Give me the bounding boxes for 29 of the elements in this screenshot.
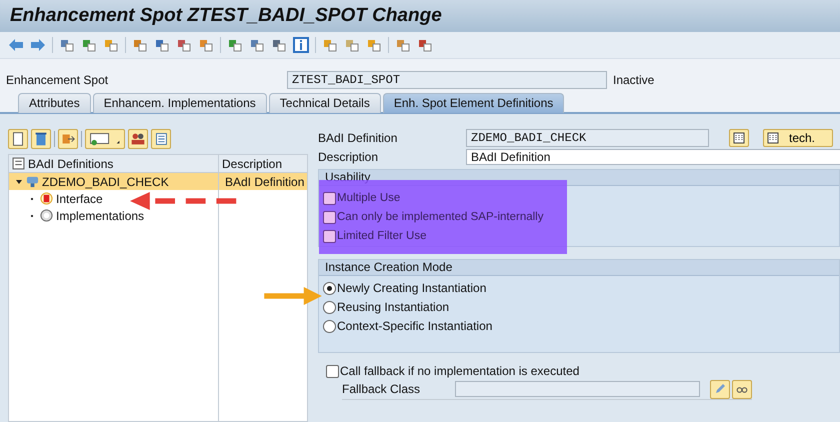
tab[interactable]: Enh. Spot Element Definitions <box>382 93 564 113</box>
description-field[interactable]: BAdI Definition <box>466 148 840 164</box>
badi-definition-field[interactable]: ZDEMO_BADI_CHECK <box>466 128 709 146</box>
tech-button[interactable]: tech. <box>763 128 833 146</box>
description-text: BAdI Definition <box>224 174 306 190</box>
tree-item-label: Implementations <box>56 208 144 222</box>
tree-row[interactable]: ZDEMO_BADI_CHECK BAdI Definition <box>9 173 307 190</box>
radio-label: Newly Creating Instantiation <box>337 281 486 295</box>
radio-label: Context-Specific Instantiation <box>337 319 492 333</box>
field-label: Description <box>318 150 380 164</box>
field-label: BAdI Definition <box>318 130 398 144</box>
tree-item-label: ZDEMO_BADI_CHECK <box>42 174 169 188</box>
checkbox-label: Can only be implemented SAP-internally <box>337 211 544 223</box>
checkbox-label: Call fallback if no implementation is executed <box>340 364 580 378</box>
tab[interactable]: Attributes <box>18 93 91 113</box>
column-header[interactable]: Description <box>219 155 307 172</box>
status-text: Inactive <box>613 73 654 87</box>
field-label: Fallback Class <box>342 382 422 396</box>
tree-item-label: Interface <box>56 192 103 206</box>
checkbox-label: Limited Filter Use <box>337 230 426 242</box>
tab[interactable]: Technical Details <box>268 93 381 113</box>
radio-label: Reusing Instantiation <box>337 300 450 314</box>
group-title: Instance Creation Mode <box>319 260 839 276</box>
tab[interactable]: Enhancem. Implementations <box>92 93 267 113</box>
column-header[interactable]: BAdI Definitions <box>9 155 219 172</box>
field-label: Enhancement Spot <box>6 73 110 87</box>
spot-field[interactable]: ZTEST_BADI_SPOT <box>287 71 607 89</box>
checkbox-label: Multiple Use <box>337 192 400 204</box>
window-title: Enhancement Spot ZTEST_BADI_SPOT Change <box>10 5 442 27</box>
